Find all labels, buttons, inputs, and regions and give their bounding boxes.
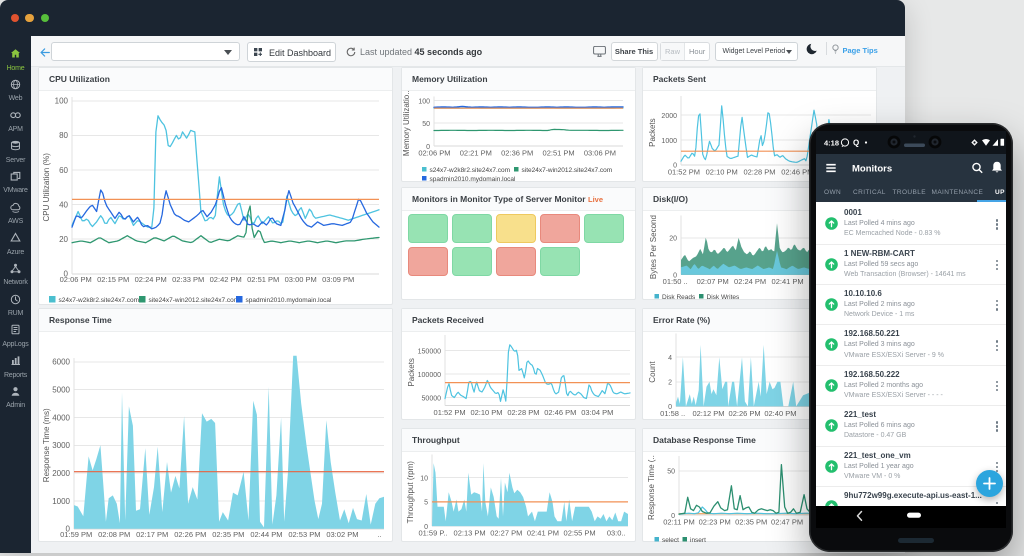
- svg-text:02:24 PM: 02:24 PM: [135, 275, 167, 284]
- svg-text:01:52 PM: 01:52 PM: [668, 167, 700, 176]
- svg-text:100: 100: [418, 98, 430, 105]
- svg-text:spadmin2010.mydomain.local: spadmin2010.mydomain.local: [430, 176, 517, 183]
- svg-text:02:40 PM: 02:40 PM: [764, 409, 796, 418]
- svg-text:40: 40: [59, 200, 68, 209]
- svg-text:select: select: [662, 537, 679, 543]
- svg-text:03:0..: 03:0..: [607, 529, 626, 538]
- svg-text:Bytes Per Second: Bytes Per Second: [649, 215, 658, 279]
- svg-text:02:51 PM: 02:51 PM: [247, 275, 279, 284]
- svg-text:02:10 PM: 02:10 PM: [706, 167, 738, 176]
- svg-text:02:06 PM: 02:06 PM: [418, 149, 450, 158]
- svg-text:01:50 ..: 01:50 ..: [663, 277, 688, 286]
- svg-text:Q: Q: [853, 139, 859, 148]
- svg-text:02:24 PM: 02:24 PM: [734, 277, 766, 286]
- svg-text:4:18: 4:18: [824, 139, 839, 148]
- svg-text:02:47 PM: 02:47 PM: [771, 518, 803, 527]
- svg-text:02:46 PM: 02:46 PM: [544, 408, 576, 417]
- svg-text:insert: insert: [690, 537, 706, 543]
- svg-text:site24x7-win2012.site24x7.com: site24x7-win2012.site24x7.com: [149, 297, 240, 304]
- svg-text:80: 80: [59, 131, 68, 140]
- svg-text:02:35 PM: 02:35 PM: [735, 518, 767, 527]
- svg-text:03:09 PM: 03:09 PM: [322, 275, 354, 284]
- svg-text:03:02 PM: 03:02 PM: [326, 530, 358, 539]
- svg-text:02:44 PM: 02:44 PM: [250, 530, 282, 539]
- svg-text:02:06 PM: 02:06 PM: [60, 275, 92, 284]
- svg-text:01:52 PM: 01:52 PM: [434, 408, 466, 417]
- svg-text:Memory Utilizatio..: Memory Utilizatio..: [402, 90, 411, 156]
- svg-text:02:15 PM: 02:15 PM: [97, 275, 129, 284]
- svg-text:site24x7-win2012.site24x7.com: site24x7-win2012.site24x7.com: [522, 167, 613, 174]
- svg-text:10: 10: [420, 476, 428, 483]
- svg-text:3000: 3000: [52, 441, 70, 450]
- svg-text:02:08 PM: 02:08 PM: [98, 530, 130, 539]
- svg-text:02:27 PM: 02:27 PM: [490, 529, 522, 538]
- svg-text:02:11 PM: 02:11 PM: [663, 518, 695, 527]
- svg-text:6000: 6000: [52, 358, 70, 367]
- svg-text:150000: 150000: [418, 349, 441, 356]
- svg-text:2000: 2000: [52, 469, 70, 478]
- svg-text:02:36 PM: 02:36 PM: [501, 149, 533, 158]
- svg-text:02:41 PM: 02:41 PM: [772, 277, 804, 286]
- svg-text:Packets: Packets: [407, 358, 416, 386]
- svg-text:spadmin2010.mydomain.local: spadmin2010.mydomain.local: [246, 297, 333, 304]
- svg-text:50: 50: [667, 469, 675, 476]
- svg-text:Throughput (rpm): Throughput (rpm): [406, 461, 415, 524]
- svg-text:02:12 PM: 02:12 PM: [692, 409, 724, 418]
- svg-text:4000: 4000: [52, 413, 70, 422]
- svg-text:50: 50: [422, 121, 430, 128]
- svg-text:2000: 2000: [661, 113, 677, 120]
- svg-text:Count: Count: [648, 361, 657, 383]
- svg-text:2: 2: [668, 380, 672, 387]
- svg-text:Packets: Packets: [648, 118, 657, 146]
- svg-text:02:35 PM: 02:35 PM: [212, 530, 244, 539]
- svg-text:100000: 100000: [418, 372, 441, 379]
- svg-text:02:55 PM: 02:55 PM: [564, 529, 596, 538]
- svg-text:02:13 PM: 02:13 PM: [454, 529, 486, 538]
- svg-text:02:42 PM: 02:42 PM: [210, 275, 242, 284]
- svg-text:01:59 PM: 01:59 PM: [60, 530, 92, 539]
- svg-text:02:17 PM: 02:17 PM: [136, 530, 168, 539]
- svg-text:50000: 50000: [422, 395, 442, 402]
- svg-text:Disk Writes: Disk Writes: [707, 294, 740, 301]
- svg-text:01:59 P..: 01:59 P..: [418, 529, 447, 538]
- svg-text:Response Time (ms): Response Time (ms): [42, 408, 51, 482]
- svg-text:02:07 PM: 02:07 PM: [697, 277, 729, 286]
- svg-text:02:23 PM: 02:23 PM: [699, 518, 731, 527]
- svg-text:Disk Reads: Disk Reads: [662, 294, 696, 301]
- svg-text:03:04 PM: 03:04 PM: [581, 408, 613, 417]
- svg-text:20: 20: [669, 236, 677, 243]
- svg-text:02:28 PM: 02:28 PM: [507, 408, 539, 417]
- svg-text:5000: 5000: [52, 385, 70, 394]
- svg-text:02:28 PM: 02:28 PM: [743, 167, 775, 176]
- svg-text:Monitors: Monitors: [852, 163, 892, 174]
- svg-text:5: 5: [424, 500, 428, 507]
- svg-text:02:21 PM: 02:21 PM: [460, 149, 492, 158]
- svg-text:1000: 1000: [661, 138, 677, 145]
- svg-text:..: ..: [377, 530, 381, 539]
- svg-text:20: 20: [59, 235, 68, 244]
- svg-text:02:33 PM: 02:33 PM: [172, 275, 204, 284]
- svg-text:100: 100: [55, 97, 69, 106]
- svg-text:02:51 PM: 02:51 PM: [543, 149, 575, 158]
- svg-text:s24x7-w2k8r2.site24x7.com: s24x7-w2k8r2.site24x7.com: [59, 297, 140, 304]
- svg-text:1000: 1000: [52, 497, 70, 506]
- svg-text:02:26 PM: 02:26 PM: [174, 530, 206, 539]
- svg-text:s24x7-w2k8r2.site24x7.com: s24x7-w2k8r2.site24x7.com: [430, 167, 511, 174]
- svg-text:60: 60: [59, 166, 68, 175]
- svg-text:01:58 ..: 01:58 ..: [660, 409, 685, 418]
- svg-text:4: 4: [668, 355, 672, 362]
- svg-text:03:00 PM: 03:00 PM: [285, 275, 317, 284]
- svg-text:CPU Utilization (%): CPU Utilization (%): [42, 153, 51, 222]
- svg-text:Response Time (..: Response Time (..: [647, 455, 656, 520]
- svg-text:03:06 PM: 03:06 PM: [584, 149, 616, 158]
- svg-text:02:53 PM: 02:53 PM: [288, 530, 320, 539]
- svg-text:02:26 PM: 02:26 PM: [729, 409, 761, 418]
- svg-text:02:10 PM: 02:10 PM: [470, 408, 502, 417]
- svg-text:02:41 PM: 02:41 PM: [527, 529, 559, 538]
